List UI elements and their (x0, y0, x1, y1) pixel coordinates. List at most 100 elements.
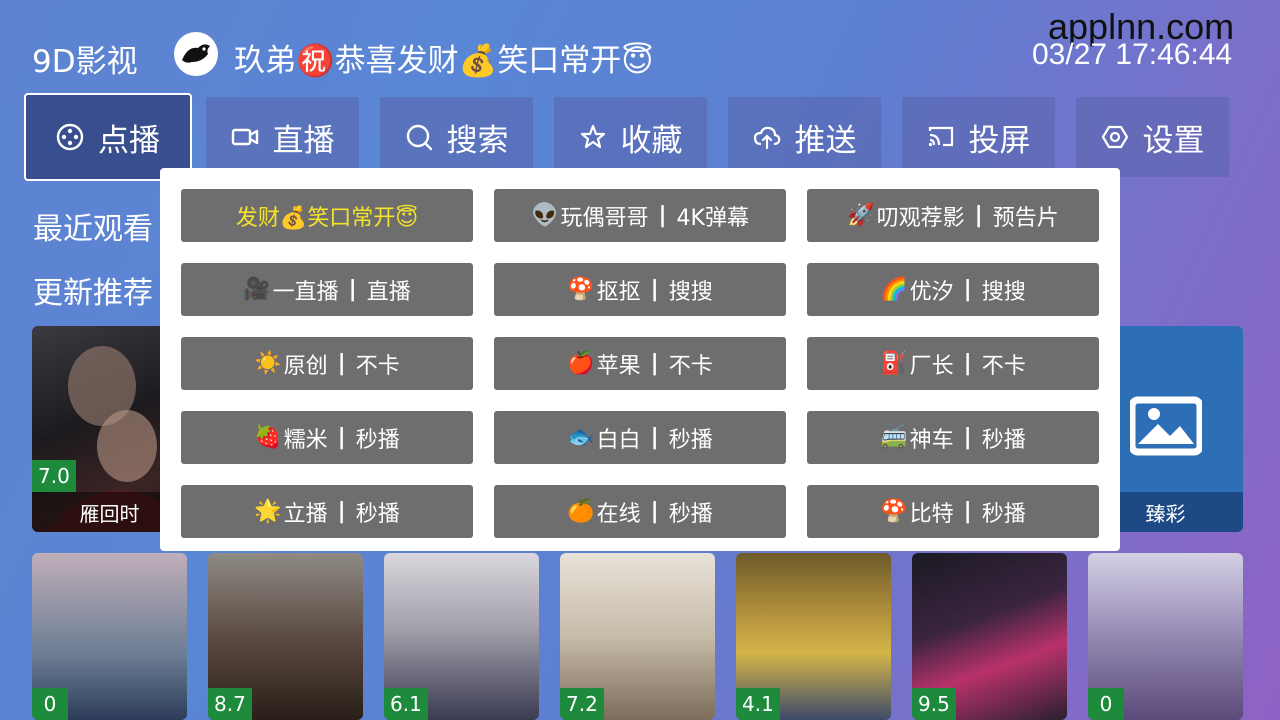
source-tag: 秒播 (981, 501, 1026, 527)
apple-icon: 🍎 (567, 351, 595, 376)
source-tag: 直播 (366, 279, 411, 305)
mushroom-icon: 🍄 (567, 277, 595, 302)
nav-search-button[interactable]: 搜索 (380, 97, 533, 177)
separator: | (658, 203, 667, 228)
bus-icon: 🚎 (880, 425, 908, 450)
separator: | (650, 277, 659, 302)
nav-favorites-button[interactable]: 收藏 (554, 97, 707, 177)
nav-cast-button[interactable]: 投屏 (902, 97, 1055, 177)
marquee-text: 玖弟㊗️恭喜发财💰笑口常开😇 (234, 43, 654, 79)
source-option[interactable]: 🎥 一直播 | 直播 (181, 263, 473, 316)
source-name: 厂长 (909, 353, 954, 379)
source-tag: 不卡 (668, 353, 713, 379)
source-tag: 不卡 (981, 353, 1026, 379)
rating-badge: 7.0 (32, 460, 76, 492)
source-option[interactable]: 🍄 比特 | 秒播 (807, 485, 1099, 538)
source-tag: 秒播 (668, 427, 713, 453)
separator: | (348, 277, 357, 302)
nav-live-button[interactable]: 直播 (206, 97, 359, 177)
source-tag: 预告片 (992, 205, 1059, 231)
gear-icon (1101, 125, 1128, 149)
separator: | (963, 425, 972, 450)
source-option[interactable]: 🐟 白白 | 秒播 (494, 411, 786, 464)
source-tag: 不卡 (355, 353, 400, 379)
source-tag: 4K弹幕 (676, 205, 749, 231)
rating-badge: 8.7 (208, 688, 252, 720)
source-name: 在线 (596, 501, 641, 527)
source-option[interactable]: 🍎 苹果 | 不卡 (494, 337, 786, 390)
source-tag: 秒播 (668, 501, 713, 527)
separator: | (650, 351, 659, 376)
alien-icon: 👽 (531, 203, 559, 228)
media-card[interactable]: 6.1 (384, 553, 539, 720)
film-reel-icon (56, 123, 84, 151)
nav-cast-label: 投屏 (968, 122, 1031, 159)
source-option[interactable]: 🍊 在线 | 秒播 (494, 485, 786, 538)
separator: | (963, 351, 972, 376)
source-name: 叨观荐影 (876, 205, 965, 231)
source-option[interactable]: 👽 玩偶哥哥 | 4K弹幕 (494, 189, 786, 242)
nav-vod-label: 点播 (98, 122, 160, 159)
nav-live-label: 直播 (272, 122, 335, 159)
rocket-icon: 🚀 (847, 203, 875, 228)
source-name: 比特 (909, 501, 954, 527)
source-option[interactable]: 🚀 叨观荐影 | 预告片 (807, 189, 1099, 242)
nav-settings-button[interactable]: 设置 (1076, 97, 1229, 177)
search-icon (406, 124, 432, 151)
source-selector-popup: 发财💰笑口常开😇 👽 玩偶哥哥 | 4K弹幕 🚀 叨观荐影 | 预告片 🎥 一直播 | 直播 🍄 抠… (160, 168, 1120, 551)
source-name: 优汐 (909, 279, 954, 305)
camera-icon: 🎥 (243, 277, 271, 302)
nav-push-button[interactable]: 推送 (728, 97, 881, 177)
source-name: 糯米 (283, 427, 328, 453)
media-card[interactable]: 7.2 (560, 553, 715, 720)
nav-push-label: 推送 (794, 122, 857, 159)
orange-icon: 🍊 (567, 499, 595, 524)
source-option[interactable]: 🌟 立播 | 秒播 (181, 485, 473, 538)
source-option[interactable]: 🚎 神车 | 秒播 (807, 411, 1099, 464)
rating-badge: 4.1 (736, 688, 780, 720)
media-card[interactable]: 4.1 (736, 553, 891, 720)
updates-section-title: 更新推荐 (33, 276, 153, 311)
nav-search-label: 搜索 (446, 122, 509, 159)
source-tag: 搜搜 (668, 279, 713, 305)
source-option[interactable]: 🍓 糯米 | 秒播 (181, 411, 473, 464)
rating-badge: 0 (1088, 688, 1124, 720)
nav-settings-label: 设置 (1142, 122, 1205, 159)
rating-badge: 7.2 (560, 688, 604, 720)
separator: | (337, 499, 346, 524)
source-option[interactable]: ☀️ 原创 | 不卡 (181, 337, 473, 390)
star-icon (580, 124, 605, 149)
source-name: 原创 (283, 353, 328, 379)
star-icon: 🌟 (254, 499, 282, 524)
media-card[interactable]: 9.5 (912, 553, 1067, 720)
source-option[interactable]: 🍄 抠抠 | 搜搜 (494, 263, 786, 316)
rating-badge: 9.5 (912, 688, 956, 720)
source-tag: 搜搜 (981, 279, 1026, 305)
source-name: 玩偶哥哥 (560, 205, 649, 231)
clock: 03/27 17:46:44 (1032, 38, 1233, 71)
fish-icon: 🐟 (567, 425, 595, 450)
media-card[interactable]: 8.7 (208, 553, 363, 720)
media-card[interactable]: 0 (32, 553, 187, 720)
source-option[interactable]: 发财💰笑口常开😇 (181, 189, 473, 242)
source-name: 立播 (283, 501, 328, 527)
source-option[interactable]: ⛽ 厂长 | 不卡 (807, 337, 1099, 390)
source-name: 神车 (909, 427, 954, 453)
mushroom-icon: 🍄 (880, 499, 908, 524)
image-placeholder-icon (1130, 396, 1202, 456)
source-name: 一直播 (272, 279, 339, 305)
separator: | (963, 277, 972, 302)
separator: | (963, 499, 972, 524)
app-brand: 9D影视 (32, 44, 138, 80)
source-name: 抠抠 (596, 279, 641, 305)
rainbow-icon: 🌈 (880, 277, 908, 302)
separator: | (974, 203, 983, 228)
separator: | (650, 499, 659, 524)
fuel-pump-icon: ⛽ (880, 351, 908, 376)
sun-icon: ☀️ (254, 351, 282, 376)
source-tag: 秒播 (981, 427, 1026, 453)
rating-badge: 0 (32, 688, 68, 720)
recent-section-title: 最近观看 (33, 212, 153, 247)
source-option[interactable]: 🌈 优汐 | 搜搜 (807, 263, 1099, 316)
media-card[interactable]: 0 (1088, 553, 1243, 720)
